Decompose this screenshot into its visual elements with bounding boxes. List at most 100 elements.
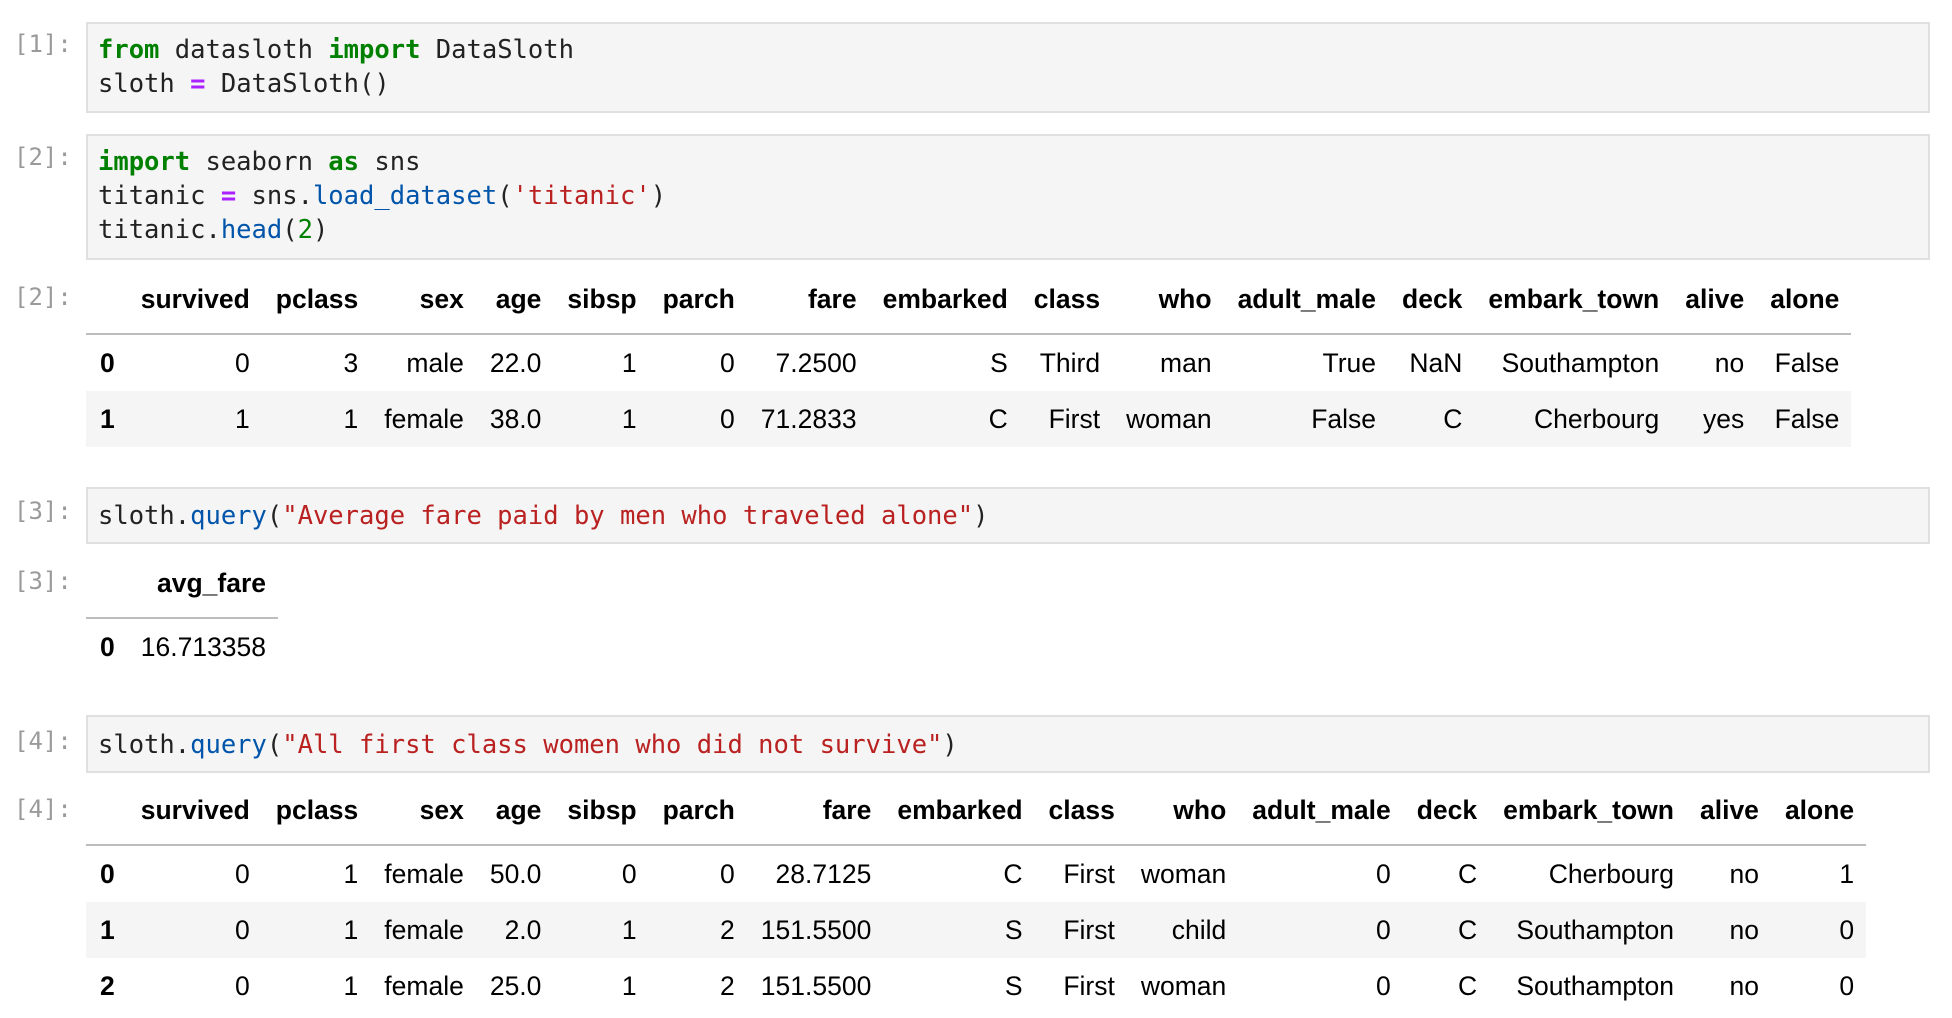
column-header: embarked xyxy=(883,776,1035,846)
table-cell: 1 xyxy=(621,403,637,434)
table-cell: Southampton xyxy=(1516,914,1674,945)
code-token: seaborn xyxy=(190,147,329,177)
row-index: 0 xyxy=(100,631,115,662)
table-cell: 71.2833 xyxy=(760,403,857,434)
table-cell: 0 xyxy=(720,347,735,378)
code-cell-2[interactable]: import seaborn as sns titanic = sns.load_… xyxy=(86,134,1930,260)
keyword-token: as xyxy=(328,147,360,177)
header-row: survived pclass sex age sibsp parch fare embark… xyxy=(86,776,1867,846)
code-line: sloth = DataSloth() xyxy=(98,67,1918,101)
table-cell: child xyxy=(1171,914,1227,945)
column-header: class xyxy=(1019,265,1113,335)
code-token: titanic xyxy=(98,181,221,211)
code-cell-3[interactable]: sloth.query("Average fare paid by men wh… xyxy=(86,487,1930,544)
table-row: 2 0 1 female 25.0 1 2 151.5500 S First woman 0 C Sout… xyxy=(86,958,1866,1014)
column-header: adult_male xyxy=(1223,265,1389,335)
table-row: 0 0 1 female 50.0 0 0 28.7125 C First woman 0 C Cherb… xyxy=(86,845,1866,902)
table-cell: 3 xyxy=(343,347,359,378)
table-cell: man xyxy=(1160,347,1212,378)
table-cell: 1 xyxy=(343,858,359,889)
column-header: parch xyxy=(648,776,747,846)
output-prompt-2: [2]: xyxy=(14,283,72,311)
table-cell: 1 xyxy=(343,970,359,1001)
string-token: 'titanic' xyxy=(512,181,651,211)
table-cell: 2.0 xyxy=(504,914,542,945)
table-cell: woman xyxy=(1126,403,1212,434)
table-cell: 0 xyxy=(1839,970,1855,1001)
column-header xyxy=(86,265,127,335)
table-cell: woman xyxy=(1140,970,1227,1001)
table-cell: 1 xyxy=(1839,858,1855,889)
table-cell: S xyxy=(1004,914,1023,945)
output-dataframe-2: survived pclass sex age sibsp parch fare embark… xyxy=(86,265,1852,447)
column-header: alive xyxy=(1685,776,1771,846)
table-cell: 1 xyxy=(621,347,637,378)
table-cell: False xyxy=(1774,347,1840,378)
table-cell: 7.2500 xyxy=(775,347,857,378)
row-index: 0 xyxy=(100,858,115,889)
table-cell: 2 xyxy=(720,970,735,1001)
table-cell: no xyxy=(1729,858,1759,889)
table-cell: 151.5500 xyxy=(760,970,872,1001)
table-cell: First xyxy=(1063,970,1115,1001)
table-cell: False xyxy=(1311,403,1377,434)
table-cell: male xyxy=(406,347,464,378)
table-cell: 0 xyxy=(1376,914,1391,945)
code-cell-1[interactable]: from datasloth import DataSloth sloth = D… xyxy=(86,22,1930,113)
table-cell: Cherbourg xyxy=(1548,858,1674,889)
table-cell: 1 xyxy=(343,914,359,945)
table-cell: no xyxy=(1729,914,1759,945)
code-token: DataSloth xyxy=(420,35,574,65)
column-header: fare xyxy=(746,776,884,846)
column-header: age xyxy=(475,776,554,846)
table-cell: 0 xyxy=(1376,970,1391,1001)
table-cell: C xyxy=(1443,403,1463,434)
column-header: class xyxy=(1034,776,1127,846)
function-token: load_dataset xyxy=(312,181,498,211)
input-prompt-2: [2]: xyxy=(14,143,72,171)
table-cell: S xyxy=(990,347,1008,378)
table-cell: 50.0 xyxy=(489,858,542,889)
column-header: sex xyxy=(370,265,476,335)
keyword-token: import xyxy=(328,35,421,65)
string-token: "Average fare paid by men who traveled a… xyxy=(282,501,974,531)
column-header: parch xyxy=(648,265,747,335)
table-row: 0 16.713358 xyxy=(86,618,278,675)
code-line: from datasloth import DataSloth xyxy=(98,33,1918,67)
table-cell: C xyxy=(1458,914,1478,945)
code-line: sloth.query("All first class women who d… xyxy=(98,728,1918,762)
code-token: titanic. xyxy=(98,215,221,245)
table-cell: 38.0 xyxy=(489,403,542,434)
table-cell: 151.5500 xyxy=(760,914,872,945)
table-cell: C xyxy=(1458,970,1478,1001)
table-cell: Cherbourg xyxy=(1534,403,1660,434)
column-header: avg_fare xyxy=(126,549,279,619)
code-token: datasloth xyxy=(159,35,329,65)
table-cell: S xyxy=(1004,970,1023,1001)
code-token: ( xyxy=(266,730,283,760)
number-token: 2 xyxy=(297,215,313,245)
table-cell: 22.0 xyxy=(489,347,542,378)
code-token: sns. xyxy=(236,181,313,211)
table-cell: First xyxy=(1063,858,1115,889)
table-cell: 0 xyxy=(1839,914,1855,945)
column-header: deck xyxy=(1402,776,1490,846)
code-line: titanic.head(2) xyxy=(98,213,1918,247)
code-cell-4[interactable]: sloth.query("All first class women who d… xyxy=(86,715,1930,773)
table-cell: 0 xyxy=(720,403,735,434)
row-index: 0 xyxy=(100,347,115,378)
table-cell: 25.0 xyxy=(489,970,542,1001)
header-row: avg_fare xyxy=(86,549,279,619)
code-token: ) xyxy=(312,215,329,245)
table-cell: woman xyxy=(1140,858,1227,889)
column-header: who xyxy=(1112,265,1224,335)
table-cell: 0 xyxy=(1376,858,1391,889)
table-cell: C xyxy=(988,403,1008,434)
output-prompt-4: [4]: xyxy=(14,795,72,823)
header-row: survived pclass sex age sibsp parch fare embark… xyxy=(86,265,1852,335)
table-row: 0 0 3 male 22.0 1 0 7.2500 S Third man True NaN South… xyxy=(86,334,1851,391)
table-cell: 0 xyxy=(235,858,250,889)
column-header: sibsp xyxy=(553,265,649,335)
column-header: embark_town xyxy=(1489,776,1686,846)
column-header: sibsp xyxy=(553,776,649,846)
